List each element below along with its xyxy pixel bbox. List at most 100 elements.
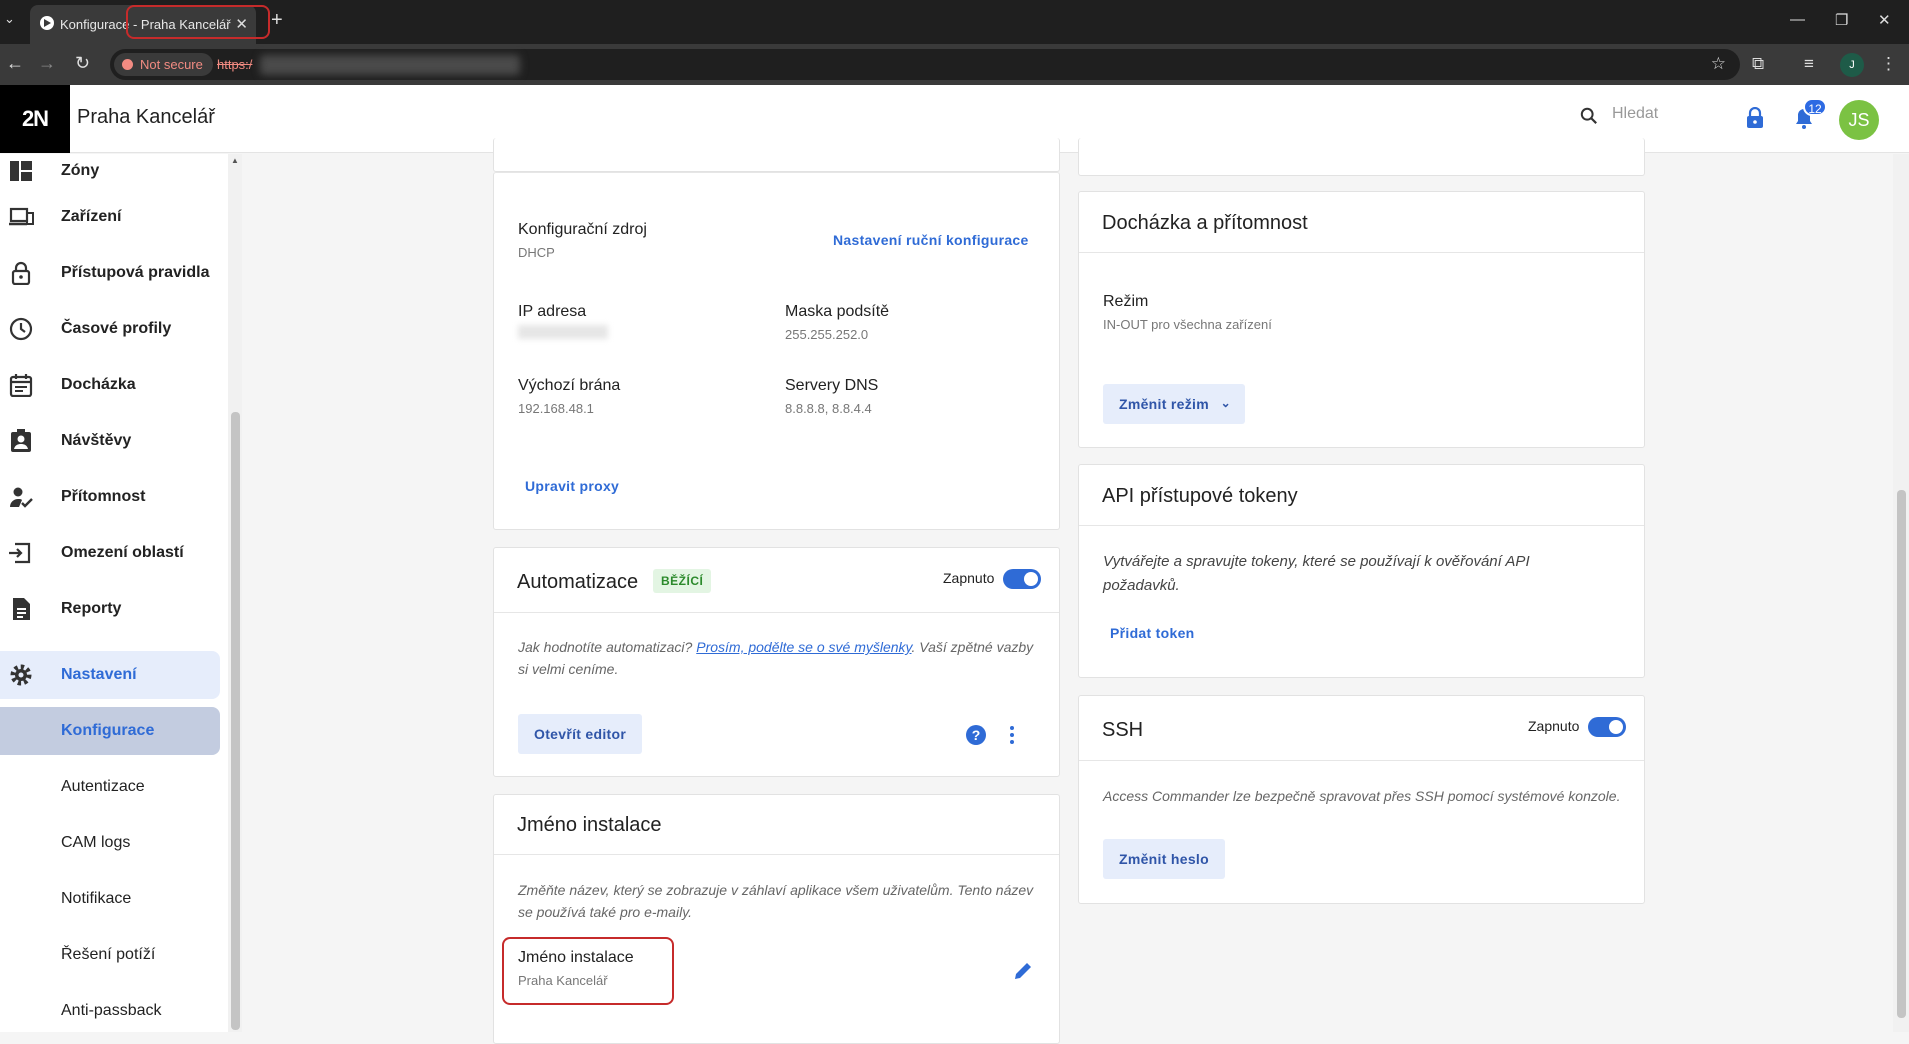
edit-pencil-icon[interactable] xyxy=(1013,961,1033,981)
sidebar-subitem-cam-logs[interactable]: CAM logs xyxy=(0,819,220,867)
browser-toolbar: ← → ↻ Not secure https:/ ☆ ⧉ ≡ J ⋮ xyxy=(0,44,1909,85)
ssh-toggle[interactable] xyxy=(1588,717,1626,737)
browser-tab[interactable]: Konfigurace - Praha Kancelář ✕ xyxy=(30,5,270,44)
mode-label: Režim xyxy=(1103,293,1149,310)
warning-icon xyxy=(122,59,133,70)
sidebar-item-devices[interactable]: Zařízení xyxy=(0,193,232,241)
sidebar-item-label: Přítomnost xyxy=(61,488,146,505)
change-mode-label: Změnit režim xyxy=(1119,396,1209,412)
sidebar-item-area-restrictions[interactable]: Omezení oblastí xyxy=(0,529,232,577)
sidebar-item-time-profiles[interactable]: Časové profily xyxy=(0,305,232,353)
sidebar-subitem-anti-passback[interactable]: Anti-passback xyxy=(0,987,220,1032)
browser-tabstrip: ⌄ Konfigurace - Praha Kancelář ✕ + — ❐ ✕ xyxy=(0,0,1909,44)
gear-icon xyxy=(10,664,32,686)
sidebar-item-attendance[interactable]: Docházka xyxy=(0,361,232,409)
page-scrollbar-thumb[interactable] xyxy=(1897,490,1906,1018)
automation-toggle[interactable] xyxy=(1003,569,1041,589)
extensions-icon[interactable]: ⧉ xyxy=(1752,54,1764,74)
sidebar-item-label: Přístupová pravidla xyxy=(61,264,210,281)
media-icon[interactable]: ≡ xyxy=(1804,54,1814,74)
gateway-label: Výchozí brána xyxy=(518,377,621,394)
lock-icon[interactable] xyxy=(1746,107,1764,129)
status-badge: BĚŽÍCÍ xyxy=(653,569,712,593)
page-title: Praha Kancelář xyxy=(77,106,215,128)
forward-icon[interactable]: → xyxy=(38,53,56,74)
close-window-button[interactable]: ✕ xyxy=(1878,11,1891,29)
gateway-value: 192.168.48.1 xyxy=(518,401,594,416)
edit-proxy-link[interactable]: Upravit proxy xyxy=(525,478,619,494)
network-card: Konfigurační zdroj DHCP Nastavení ruční … xyxy=(493,172,1060,530)
ssh-card: SSH Zapnuto Access Commander lze bezpečn… xyxy=(1078,695,1645,904)
reload-icon[interactable]: ↻ xyxy=(75,53,90,74)
automation-card-header: Automatizace BĚŽÍCÍ Zapnuto xyxy=(494,548,1059,613)
sidebar-subitem-authentication[interactable]: Autentizace xyxy=(0,763,220,811)
back-icon[interactable]: ← xyxy=(6,53,24,74)
new-tab-button[interactable]: + xyxy=(271,9,283,32)
subnet-mask-label: Maska podsítě xyxy=(785,303,890,320)
sidebar-scrollbar-thumb[interactable] xyxy=(231,412,240,1030)
notification-badge: 12 xyxy=(1803,98,1827,116)
automation-toggle-label: Zapnuto xyxy=(943,570,995,586)
tab-list-button[interactable]: ⌄ xyxy=(4,11,15,27)
search-icon[interactable] xyxy=(1580,107,1598,125)
api-tokens-title: API přístupové tokeny xyxy=(1102,485,1298,507)
search-input[interactable] xyxy=(1612,105,1732,123)
automation-feedback-text: Jak hodnotíte automatizaci? Prosím, podě… xyxy=(518,636,1038,680)
ssh-description: Access Commander lze bezpečně spravovat … xyxy=(1103,788,1621,804)
ssh-card-header: SSH Zapnuto xyxy=(1079,696,1644,761)
sidebar-item-settings[interactable]: Nastavení xyxy=(0,651,220,699)
tab-title-highlight-ring xyxy=(126,5,270,39)
change-password-button[interactable]: Změnit heslo xyxy=(1103,839,1225,879)
minimize-button[interactable]: — xyxy=(1790,11,1805,28)
browser-menu-icon[interactable]: ⋮ xyxy=(1880,54,1897,74)
sidebar-item-label: Reporty xyxy=(61,600,122,617)
sidebar-item-visits[interactable]: Návštěvy xyxy=(0,417,232,465)
feedback-prefix: Jak hodnotíte automatizaci? xyxy=(518,639,697,655)
help-icon[interactable]: ? xyxy=(965,724,987,746)
dns-value: 8.8.8.8, 8.8.4.4 xyxy=(785,401,872,416)
bookmark-star-icon[interactable]: ☆ xyxy=(1711,54,1726,74)
attendance-card: Docházka a přítomnost Režim IN-OUT pro v… xyxy=(1078,191,1645,448)
sidebar-subitem-configuration[interactable]: Konfigurace xyxy=(0,707,220,755)
add-token-link[interactable]: Přidat token xyxy=(1110,625,1195,641)
sidebar-item-access-rules[interactable]: Přístupová pravidla xyxy=(0,249,232,297)
sidebar-item-presence[interactable]: Přítomnost xyxy=(0,473,232,521)
config-source-value: DHCP xyxy=(518,245,555,260)
attendance-title: Docházka a přítomnost xyxy=(1102,212,1308,234)
chevron-down-icon: ⌄ xyxy=(1220,396,1231,410)
sidebar-subitem-notifications[interactable]: Notifikace xyxy=(0,875,220,923)
api-tokens-description: Vytvářejte a spravujte tokeny, které se … xyxy=(1103,553,1530,594)
ip-address-label: IP adresa xyxy=(518,303,587,320)
change-mode-button[interactable]: Změnit režim ⌄ xyxy=(1103,384,1245,424)
sidebar-item-label: Zařízení xyxy=(61,208,122,225)
ssh-toggle-label: Zapnuto xyxy=(1528,718,1580,734)
automation-card: Automatizace BĚŽÍCÍ Zapnuto Jak hodnotít… xyxy=(493,547,1060,777)
browser-profile-avatar[interactable]: J xyxy=(1840,53,1864,77)
security-chip[interactable]: Not secure xyxy=(114,53,213,76)
subnet-mask-value: 255.255.252.0 xyxy=(785,327,869,342)
area-restriction-icon xyxy=(9,542,31,564)
logo[interactable]: 2N xyxy=(0,85,70,153)
card-partial-top-right xyxy=(1078,138,1645,176)
open-editor-button[interactable]: Otevřít editor xyxy=(518,714,643,754)
restore-button[interactable]: ❐ xyxy=(1835,11,1848,29)
sidebar-subitem-troubleshooting[interactable]: Řešení potíží xyxy=(0,931,220,979)
tab-close-icon[interactable]: ✕ xyxy=(235,15,248,33)
sidebar-subitem-label: Notifikace xyxy=(61,890,132,907)
sidebar-item-zones[interactable]: Zóny xyxy=(0,154,232,195)
sidebar-item-reports[interactable]: Reporty xyxy=(0,585,232,633)
more-options-icon[interactable] xyxy=(1009,725,1015,745)
scroll-up-arrow-icon[interactable]: ▲ xyxy=(231,156,239,165)
sidebar-item-label: Nastavení xyxy=(61,666,137,683)
clock-icon xyxy=(9,317,33,341)
install-name-field-value: Praha Kancelář xyxy=(518,973,608,988)
address-bar[interactable]: Not secure https:/ ☆ xyxy=(110,49,1740,80)
install-name-description: Změňte název, který se zobrazuje v záhla… xyxy=(518,882,1034,920)
sidebar-subitem-label: Řešení potíží xyxy=(61,946,156,963)
feedback-link[interactable]: Prosím, podělte se o své myšlenky xyxy=(696,639,911,655)
sidebar: Zóny Zařízení Přístupová pravidla Časové… xyxy=(0,154,242,1032)
attendance-card-header: Docházka a přítomnost xyxy=(1079,192,1644,253)
manual-config-link[interactable]: Nastavení ruční konfigurace xyxy=(833,232,1029,248)
install-name-card-header: Jméno instalace xyxy=(494,795,1059,855)
user-avatar[interactable]: JS xyxy=(1839,100,1879,140)
